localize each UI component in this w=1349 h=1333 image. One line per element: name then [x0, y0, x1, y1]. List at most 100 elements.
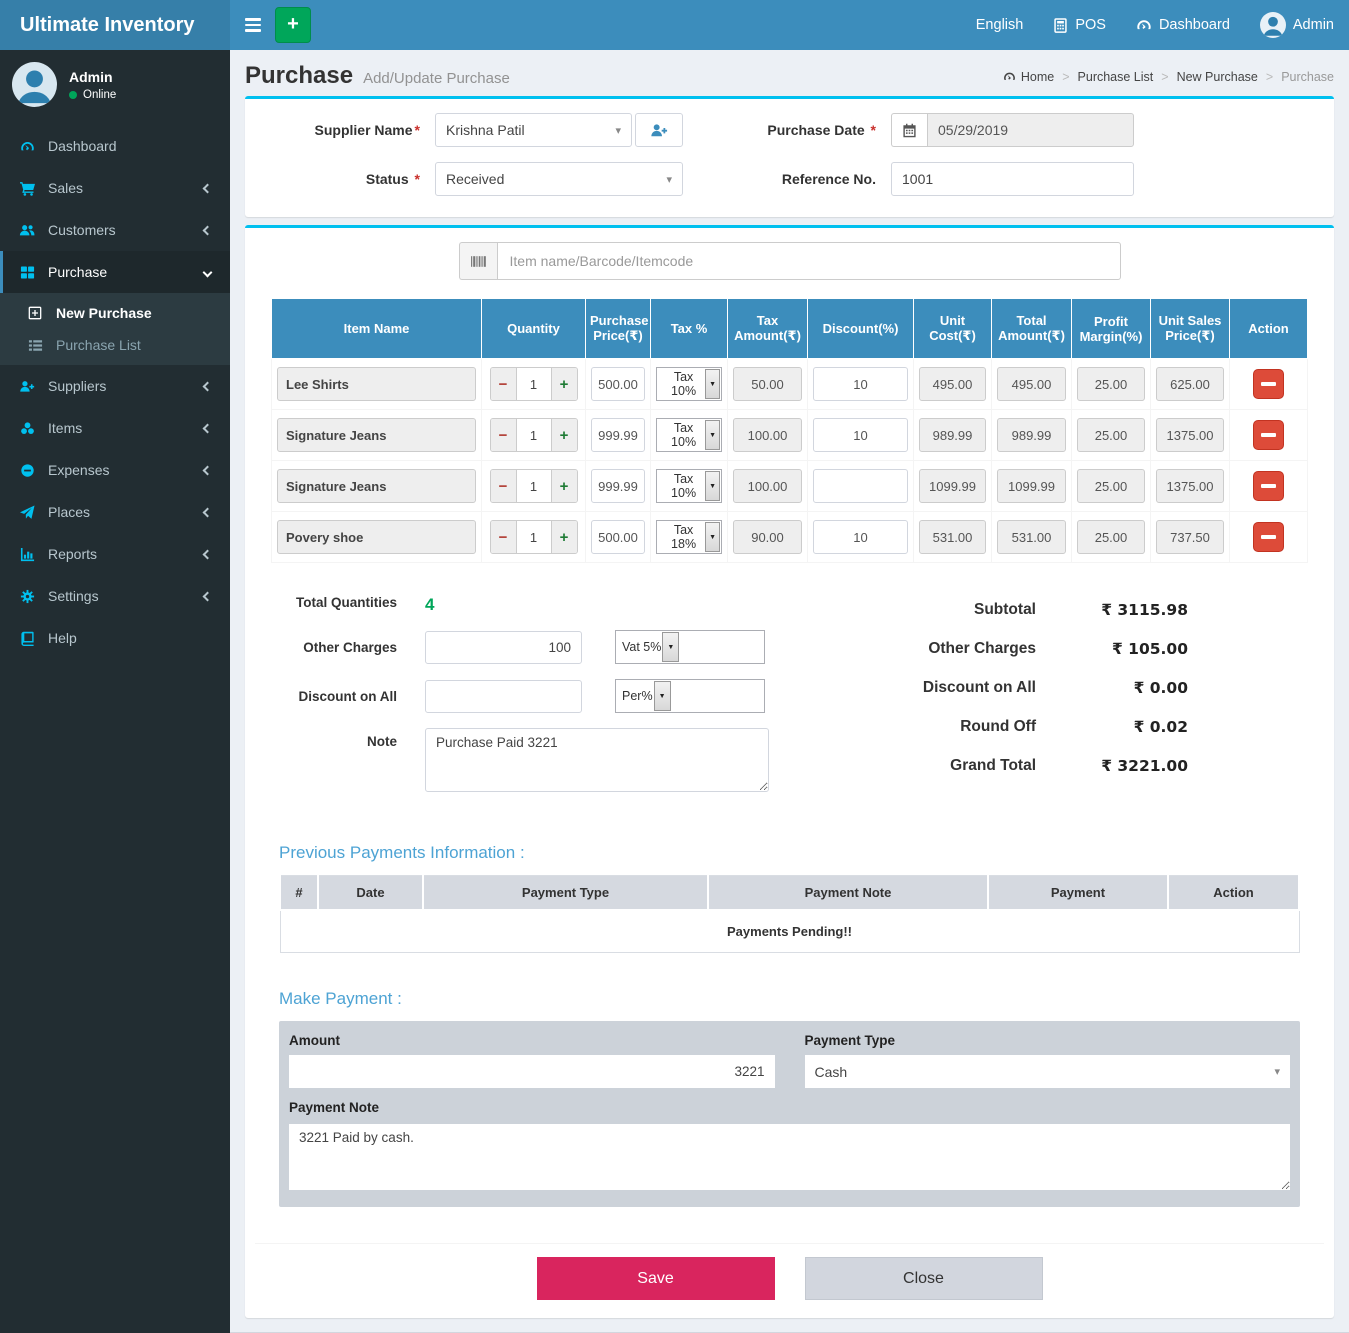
discount-field[interactable]: [813, 520, 908, 554]
remove-item-button[interactable]: [1253, 420, 1284, 450]
col-payment-note: Payment Note: [708, 876, 988, 911]
sidebar-item-places[interactable]: Places: [0, 491, 230, 533]
reference-no-label: Reference No.: [691, 171, 891, 187]
previous-payments-table: # Date Payment Type Payment Note Payment…: [279, 875, 1300, 953]
discount-field[interactable]: [813, 418, 908, 452]
quantity-field[interactable]: [517, 419, 551, 451]
status-select[interactable]: Received ▾: [435, 162, 683, 196]
other-charges-input[interactable]: [425, 631, 582, 664]
quantity-decrease-button[interactable]: −: [491, 419, 517, 451]
sidebar-item-purchase[interactable]: Purchase: [0, 251, 230, 293]
purchase-price-field[interactable]: [591, 520, 645, 554]
cart-icon: [18, 181, 36, 196]
select-arrow-icon: ▼: [654, 681, 671, 711]
user-menu[interactable]: Admin: [1245, 0, 1349, 50]
sidebar-toggle-button[interactable]: [230, 0, 275, 50]
add-supplier-button[interactable]: [635, 113, 683, 147]
unit-cost-field: [919, 520, 986, 554]
supplier-select[interactable]: Krishna Patil ▾: [435, 113, 632, 147]
item-search-input[interactable]: [497, 242, 1121, 280]
quantity-increase-button[interactable]: +: [551, 521, 577, 553]
sidebar-item-items[interactable]: Items: [0, 407, 230, 449]
dashboard-menu[interactable]: Dashboard: [1121, 0, 1245, 50]
unit-cost-field: [919, 367, 986, 401]
calendar-icon[interactable]: [891, 113, 927, 147]
sidebar-item-purchase-list[interactable]: Purchase List: [0, 329, 230, 361]
quantity-increase-button[interactable]: +: [551, 368, 577, 400]
breadcrumb-home[interactable]: Home: [1003, 70, 1054, 84]
tax-select[interactable]: Tax 10% ▼: [656, 367, 722, 401]
purchase-date-input[interactable]: [927, 113, 1134, 147]
sidebar-item-reports[interactable]: Reports: [0, 533, 230, 575]
quantity-increase-button[interactable]: +: [551, 419, 577, 451]
quantity-increase-button[interactable]: +: [551, 470, 577, 502]
chevron-left-icon: [203, 465, 213, 475]
quantity-field[interactable]: [517, 521, 551, 553]
sidebar-item-dashboard[interactable]: Dashboard: [0, 125, 230, 167]
quantity-field[interactable]: [517, 470, 551, 502]
quantity-decrease-button[interactable]: −: [491, 521, 517, 553]
language-menu[interactable]: English: [961, 0, 1039, 50]
col-action: Action: [1230, 299, 1308, 359]
chevron-left-icon: [203, 225, 213, 235]
pos-menu[interactable]: POS: [1038, 0, 1121, 50]
discount-on-all-input[interactable]: [425, 680, 582, 713]
close-button[interactable]: Close: [805, 1257, 1043, 1300]
payment-type-select[interactable]: Cash ▾: [805, 1055, 1291, 1088]
calculator-icon: [1053, 18, 1068, 33]
quantity-decrease-button[interactable]: −: [491, 368, 517, 400]
amount-input[interactable]: [289, 1055, 775, 1088]
subtotal-value: ₹ 3115.98: [1036, 601, 1188, 619]
select-arrow-icon: ▼: [705, 420, 720, 450]
make-payment-panel: Amount Payment Type Cash ▾: [279, 1021, 1300, 1207]
sidebar-item-help[interactable]: Help: [0, 617, 230, 659]
discount-field[interactable]: [813, 469, 908, 503]
minus-icon: [1261, 433, 1276, 437]
col-payment: Payment: [988, 876, 1168, 911]
purchase-price-field[interactable]: [591, 367, 645, 401]
previous-payments-section: Previous Payments Information : # Date P…: [255, 843, 1324, 953]
sidebar-item-new-purchase[interactable]: New Purchase: [0, 297, 230, 329]
select-arrow-icon: ▼: [662, 632, 679, 662]
reference-no-input[interactable]: [891, 162, 1134, 196]
sidebar-item-sales[interactable]: Sales: [0, 167, 230, 209]
grid-icon: [18, 265, 36, 280]
breadcrumb-new-purchase[interactable]: New Purchase: [1153, 70, 1258, 84]
col-profit-margin: Profit Margin(%): [1072, 299, 1151, 359]
sidebar-item-settings[interactable]: Settings: [0, 575, 230, 617]
breadcrumb-purchase-list[interactable]: Purchase List: [1054, 70, 1153, 84]
items-table-header: Item Name Quantity Purchase Price(₹) Tax…: [272, 299, 1308, 359]
sidebar-user-status[interactable]: Online: [69, 89, 116, 101]
remove-item-button[interactable]: [1253, 471, 1284, 501]
remove-item-button[interactable]: [1253, 369, 1284, 399]
chevron-left-icon: [203, 591, 213, 601]
sidebar-item-customers[interactable]: Customers: [0, 209, 230, 251]
discount-field[interactable]: [813, 367, 908, 401]
profit-margin-field: [1077, 418, 1145, 452]
payment-note-textarea[interactable]: 3221 Paid by cash.: [289, 1124, 1290, 1190]
quantity-decrease-button[interactable]: −: [491, 470, 517, 502]
purchase-price-field[interactable]: [591, 469, 645, 503]
quick-add-button[interactable]: +: [275, 7, 311, 43]
discount-type-select[interactable]: Per% ▼: [615, 679, 765, 713]
tax-select[interactable]: Tax 18% ▼: [656, 520, 722, 554]
tax-select[interactable]: Tax 10% ▼: [656, 418, 722, 452]
remove-item-button[interactable]: [1253, 522, 1284, 552]
tax-select[interactable]: Tax 10% ▼: [656, 469, 722, 503]
app-logo[interactable]: Ultimate Inventory: [0, 0, 230, 50]
select-arrow-icon: ▼: [705, 471, 720, 501]
save-button[interactable]: Save: [537, 1257, 775, 1300]
quantity-field[interactable]: [517, 368, 551, 400]
page-subtitle: Add/Update Purchase: [363, 70, 510, 87]
other-charges-label: Other Charges: [279, 640, 397, 655]
sidebar-user-panel: Admin Online: [0, 50, 230, 121]
sidebar-item-suppliers[interactable]: Suppliers: [0, 365, 230, 407]
item-row: − + Tax 10% ▼: [272, 461, 1308, 512]
purchase-price-field[interactable]: [591, 418, 645, 452]
sidebar-item-expenses[interactable]: Expenses: [0, 449, 230, 491]
other-charges-total-label: Other Charges: [836, 640, 1036, 658]
navbar: + English POS Dashboard Admin: [230, 0, 1349, 50]
other-charges-tax-select[interactable]: Vat 5% ▼: [615, 630, 765, 664]
note-textarea[interactable]: Purchase Paid 3221: [425, 728, 769, 792]
total-amount-field: [997, 520, 1066, 554]
